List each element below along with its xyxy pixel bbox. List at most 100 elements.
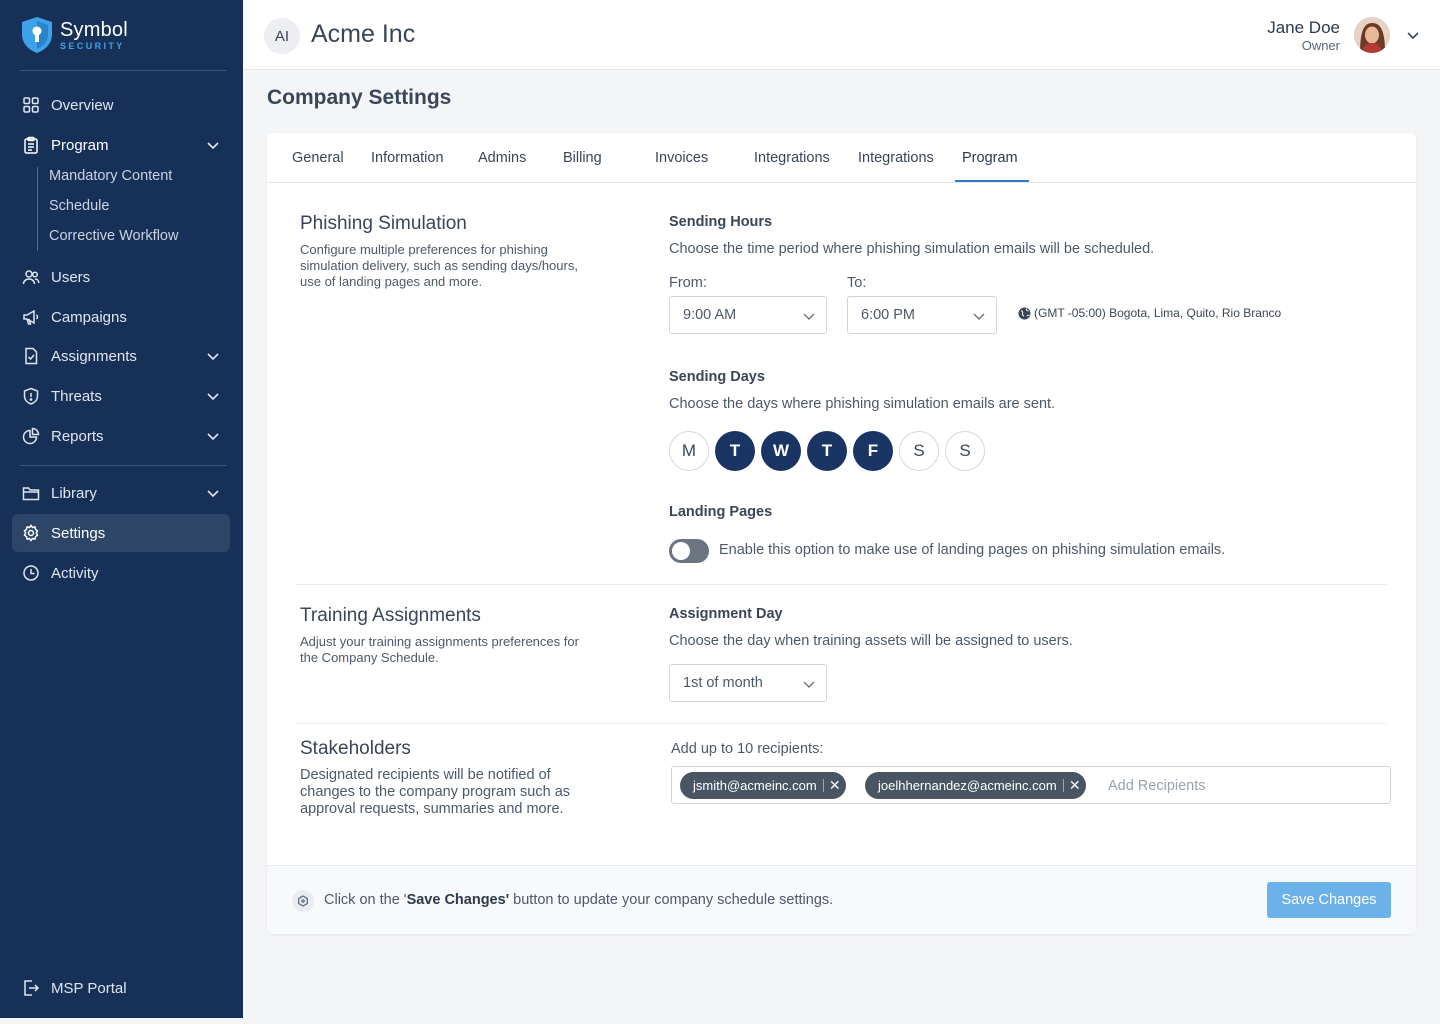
sidebar-subitem-corrective-workflow[interactable]: Corrective Workflow: [49, 228, 178, 244]
close-icon[interactable]: ✕: [824, 772, 846, 799]
assignment-day-label: Assignment Day: [669, 606, 783, 622]
user-name[interactable]: Jane Doe: [1267, 18, 1340, 38]
sidebar-subitem-schedule[interactable]: Schedule: [49, 198, 109, 214]
sidebar-item-label: Library: [51, 484, 97, 502]
sidebar-item-msp-portal[interactable]: MSP Portal: [12, 969, 230, 1007]
landing-pages-label: Landing Pages: [669, 504, 773, 520]
brand-tagline: SECURITY: [60, 40, 125, 51]
chevron-down-icon: [803, 313, 815, 320]
shield-lock-icon: [22, 17, 52, 53]
users-icon: [22, 270, 40, 285]
chevron-down-icon: [803, 681, 815, 688]
sidebar-item-label: Assignments: [51, 347, 137, 365]
day-friday[interactable]: F: [853, 431, 893, 471]
grid-icon: [23, 97, 39, 113]
sidebar-divider: [20, 465, 227, 466]
chevron-down-icon[interactable]: [206, 486, 220, 500]
close-icon[interactable]: ✕: [1064, 772, 1086, 799]
sidebar-item-overview[interactable]: Overview: [12, 86, 230, 124]
toggle-knob: [672, 542, 690, 560]
day-sunday[interactable]: S: [945, 431, 985, 471]
sidebar-item-threats[interactable]: Threats: [12, 377, 230, 415]
settings-card: General Information Admins Billing Invoi…: [267, 133, 1416, 934]
document-check-icon: [25, 347, 38, 365]
section-divider: [296, 723, 1387, 724]
chevron-down-icon[interactable]: [206, 429, 220, 443]
to-label: To:: [847, 275, 867, 291]
day-tuesday[interactable]: T: [715, 431, 755, 471]
sidebar-item-label: Campaigns: [51, 308, 127, 326]
footer-hint-prefix: Click on the ': [324, 892, 407, 908]
tab-information[interactable]: Information: [371, 150, 444, 166]
sending-days-label: Sending Days: [669, 369, 765, 385]
globe-icon: [1018, 307, 1031, 319]
from-time-value: 9:00 AM: [683, 307, 737, 323]
timezone-label: (GMT -05:00) Bogota, Lima, Quito, Rio Br…: [1034, 306, 1282, 320]
sidebar-item-activity[interactable]: Activity: [12, 554, 230, 592]
tab-admins[interactable]: Admins: [478, 150, 526, 166]
landing-pages-help: Enable this option to make use of landin…: [719, 542, 1226, 558]
sidebar-item-assignments[interactable]: Assignments: [12, 337, 230, 375]
training-section-title: Training Assignments: [300, 605, 481, 626]
phishing-section-description: Configure multiple preferences for phish…: [300, 242, 578, 289]
sidebar-item-label: Threats: [51, 387, 102, 405]
landing-pages-toggle[interactable]: [669, 539, 709, 563]
from-time-select[interactable]: 9:00 AM: [669, 296, 827, 334]
megaphone-icon: [23, 309, 39, 325]
day-wednesday[interactable]: W: [761, 431, 801, 471]
sending-hours-label: Sending Hours: [669, 214, 773, 230]
chevron-down-icon[interactable]: [1406, 28, 1420, 42]
tab-invoices[interactable]: Invoices: [655, 150, 708, 166]
sending-hours-help: Choose the time period where phishing si…: [669, 241, 1155, 257]
user-photo: [1354, 17, 1390, 53]
recipient-chip[interactable]: jsmith@acmeinc.com ✕: [680, 772, 846, 799]
add-recipients-input[interactable]: [1108, 776, 1378, 796]
pie-chart-icon: [22, 427, 40, 445]
sidebar-item-users[interactable]: Users: [12, 258, 230, 296]
chevron-down-icon[interactable]: [206, 138, 220, 152]
sidebar-item-campaigns[interactable]: Campaigns: [12, 298, 230, 336]
sidebar-subitem-mandatory-content[interactable]: Mandatory Content: [49, 168, 172, 184]
tab-integrations-2[interactable]: Integrations: [858, 150, 934, 166]
day-thursday[interactable]: T: [807, 431, 847, 471]
assignment-day-help: Choose the day when training assets will…: [669, 633, 1073, 649]
sidebar-item-label: MSP Portal: [51, 979, 127, 997]
sidebar-item-label: Overview: [51, 96, 114, 114]
footer-hint: Click on the 'Save Changes' button to up…: [324, 892, 833, 908]
to-time-value: 6:00 PM: [861, 307, 915, 323]
assignment-day-select[interactable]: 1st of month: [669, 664, 827, 702]
to-time-select[interactable]: 6:00 PM: [847, 296, 997, 334]
assignment-day-value: 1st of month: [683, 675, 763, 691]
chevron-down-icon[interactable]: [206, 389, 220, 403]
sidebar-item-program[interactable]: Program: [12, 126, 230, 164]
tab-billing[interactable]: Billing: [563, 150, 602, 166]
day-saturday[interactable]: S: [899, 431, 939, 471]
tab-program[interactable]: Program: [962, 150, 1018, 166]
phishing-section-title: Phishing Simulation: [300, 213, 467, 234]
chevron-down-icon[interactable]: [206, 349, 220, 363]
clock-icon: [23, 565, 39, 581]
sidebar-item-reports[interactable]: Reports: [12, 417, 230, 455]
org-name: Acme Inc: [311, 20, 416, 48]
chevron-down-icon: [973, 313, 985, 320]
recipient-chip[interactable]: joelhhernandez@acmeinc.com ✕: [865, 772, 1086, 799]
avatar[interactable]: [1354, 17, 1390, 53]
day-monday[interactable]: M: [669, 431, 709, 471]
recipients-input-box[interactable]: jsmith@acmeinc.com ✕ joelhhernandez@acme…: [671, 766, 1391, 804]
sidebar-item-settings[interactable]: Settings: [12, 514, 230, 552]
stakeholders-section-description: Designated recipients will be notified o…: [300, 767, 571, 817]
sidebar-item-library[interactable]: Library: [12, 474, 230, 512]
sidebar: Symbol SECURITY Overview Program Mandato…: [0, 0, 243, 1018]
exit-icon: [24, 980, 40, 996]
sidebar-item-label: Activity: [51, 564, 99, 582]
brand-logo[interactable]: Symbol SECURITY: [20, 16, 128, 54]
user-role: Owner: [1301, 38, 1340, 53]
tab-general[interactable]: General: [292, 150, 344, 166]
submenu-rail: [37, 167, 38, 251]
timezone-display[interactable]: (GMT -05:00) Bogota, Lima, Quito, Rio Br…: [1018, 306, 1281, 320]
save-changes-button[interactable]: Save Changes: [1267, 882, 1391, 918]
active-tab-indicator: [955, 180, 1029, 182]
top-header: AI Acme Inc Jane Doe Owner: [243, 0, 1440, 70]
org-avatar: AI: [264, 18, 300, 54]
tab-integrations[interactable]: Integrations: [754, 150, 830, 166]
